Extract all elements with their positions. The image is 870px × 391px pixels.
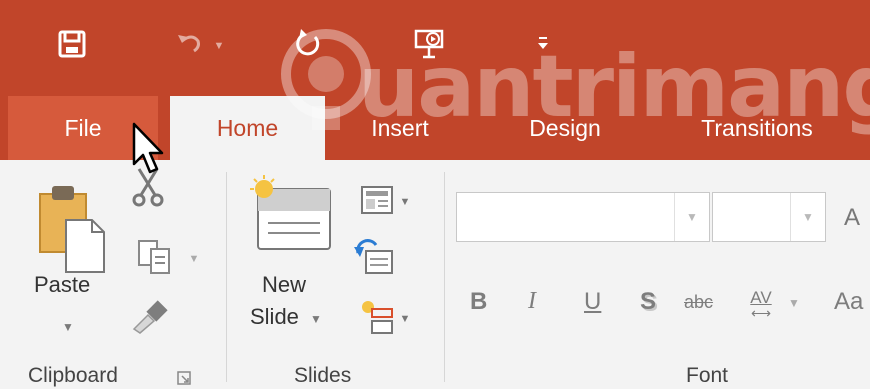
shadow-button[interactable]: S (640, 288, 656, 316)
font-group-label: Font (686, 364, 729, 387)
tab-design-label: Design (529, 114, 601, 141)
layout-button[interactable]: ▼ (352, 182, 418, 222)
ribbon-tabs: File Home Insert Design Transitions (0, 96, 870, 160)
undo-icon (176, 31, 208, 62)
quick-access-toolbar: ▼ (0, 0, 870, 96)
change-case-button[interactable]: Aa (834, 288, 863, 316)
redo-button[interactable] (288, 28, 328, 64)
chevron-down-icon: ▼ (213, 40, 225, 52)
strikethrough-button[interactable]: abc (684, 292, 713, 313)
double-arrow-icon: ⟷ (750, 304, 772, 321)
paste-label: Paste (34, 272, 91, 297)
format-painter-icon (130, 299, 170, 340)
font-name-combobox[interactable]: ▼ (456, 192, 710, 242)
slides-group-label: Slides (294, 364, 352, 387)
new-slide-dropdown-icon[interactable]: ▼ (310, 312, 322, 326)
tab-file-label: File (64, 114, 102, 141)
clipboard-group-label: Clipboard (28, 364, 118, 387)
new-slide-icon (248, 174, 334, 260)
bold-button[interactable]: B (470, 288, 487, 316)
layout-dropdown-icon: ▼ (399, 196, 411, 208)
character-spacing-label: AV (750, 287, 772, 307)
start-from-beginning-icon (413, 27, 447, 66)
underline-button[interactable]: U (584, 288, 601, 316)
reset-icon (354, 238, 394, 280)
font-name-dropdown-icon[interactable]: ▼ (674, 193, 709, 241)
layout-icon (360, 185, 394, 220)
tab-transitions-label: Transitions (701, 114, 813, 141)
start-from-beginning-button[interactable] (408, 29, 452, 62)
undo-button[interactable]: ▼ (165, 30, 235, 62)
tab-home-label: Home (216, 114, 279, 141)
new-slide-button[interactable] (246, 174, 336, 260)
copy-icon (137, 237, 173, 282)
format-painter-button[interactable] (128, 296, 172, 342)
save-button[interactable] (52, 30, 92, 62)
font-size-combobox[interactable]: ▼ (712, 192, 826, 242)
new-slide-label-line1: New (262, 272, 307, 297)
new-slide-label-line2: Slide (250, 304, 299, 329)
customize-quick-access-icon (536, 35, 550, 58)
tab-insert-label: Insert (371, 114, 429, 141)
grow-font-button[interactable]: A (844, 204, 860, 232)
reset-slide-button[interactable] (352, 236, 396, 282)
character-spacing-dropdown-icon[interactable]: ▼ (788, 296, 800, 310)
copy-button[interactable]: ▼ (128, 236, 208, 282)
italic-button[interactable]: I (528, 288, 536, 315)
save-icon (57, 29, 87, 64)
tab-insert[interactable]: Insert (330, 96, 470, 160)
section-icon (360, 299, 394, 340)
group-separator (444, 172, 445, 382)
tab-transitions[interactable]: Transitions (672, 96, 842, 160)
tab-home[interactable]: Home (170, 96, 325, 160)
redo-icon (293, 28, 323, 64)
character-spacing-button[interactable]: AV ⟷ (736, 284, 786, 324)
clipboard-launcher-icon[interactable] (176, 370, 192, 391)
font-size-dropdown-icon[interactable]: ▼ (790, 193, 825, 241)
section-dropdown-icon: ▼ (399, 313, 411, 325)
paste-button[interactable] (30, 178, 110, 278)
paste-dropdown-icon[interactable]: ▼ (62, 320, 74, 334)
clipboard-icon (34, 178, 106, 279)
customize-quick-access-button[interactable] (528, 30, 558, 62)
tab-design[interactable]: Design (500, 96, 630, 160)
mouse-cursor-icon (132, 122, 166, 181)
ribbon-home: Paste ▼ ▼ Clipboard New Slide ▼ ▼ ▼ Slid… (0, 160, 870, 389)
group-separator (226, 172, 227, 382)
section-button[interactable]: ▼ (352, 296, 418, 342)
copy-dropdown-icon: ▼ (188, 253, 200, 265)
